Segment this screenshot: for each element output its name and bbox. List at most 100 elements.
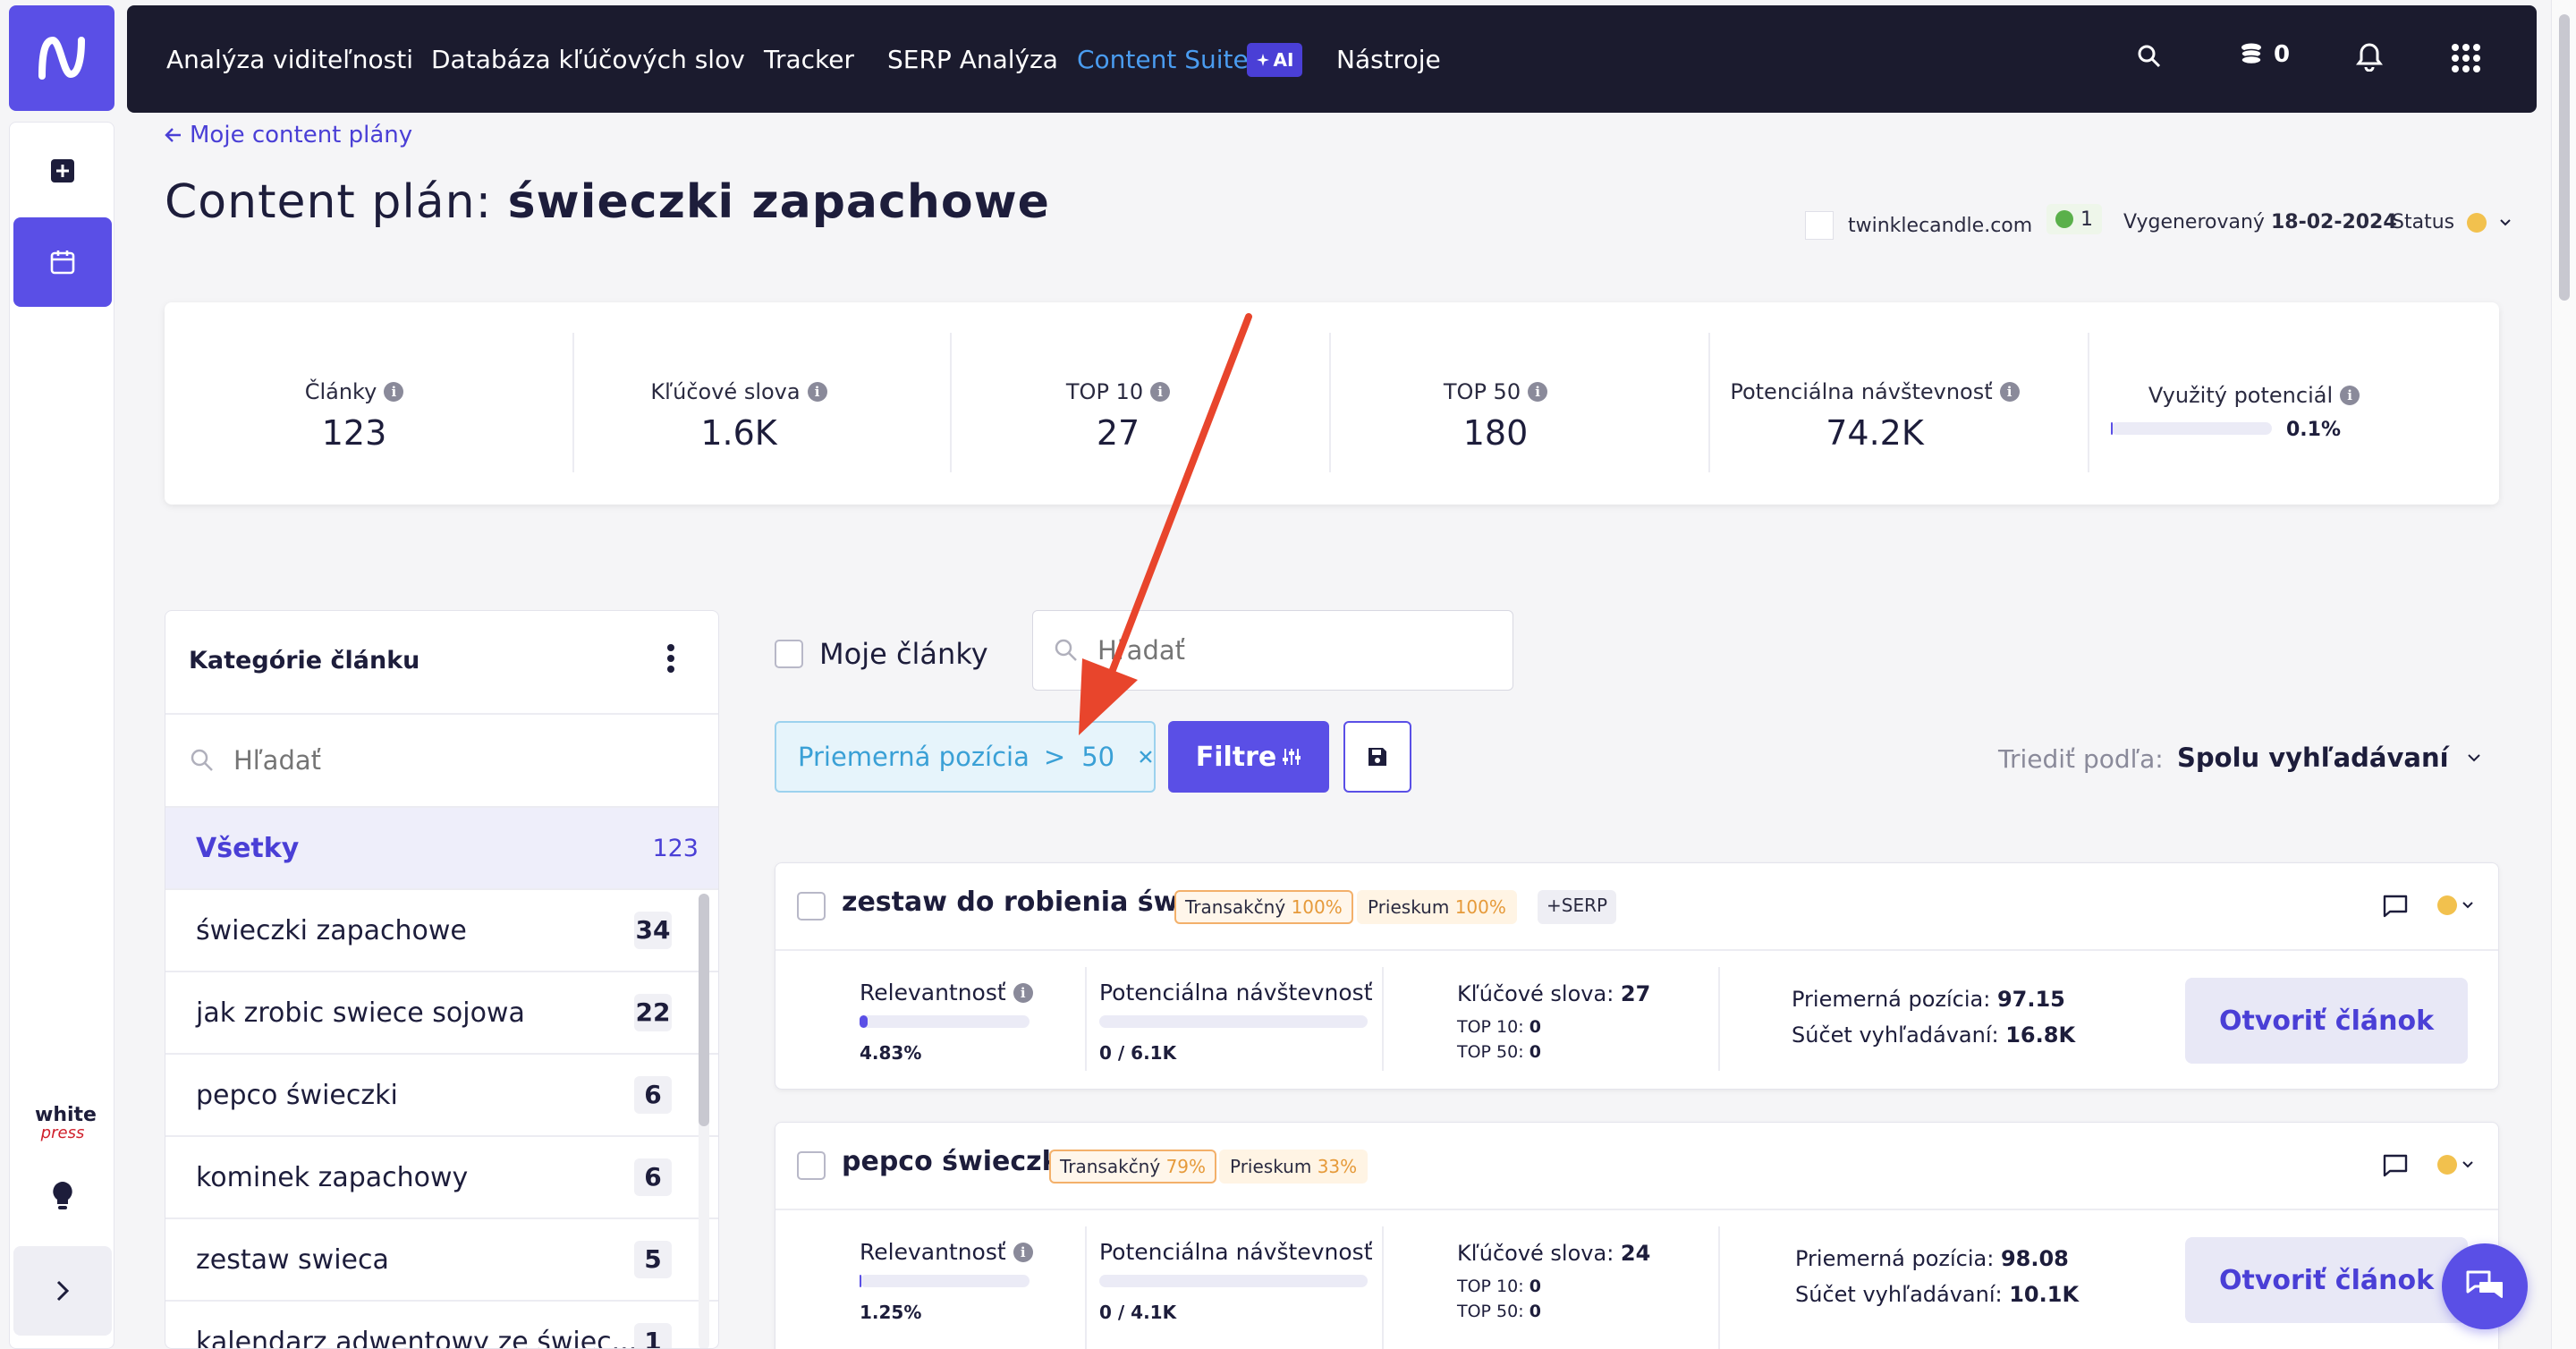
relevance-bar (860, 1015, 1030, 1028)
page-scrollbar-thumb[interactable] (2559, 14, 2570, 301)
page-scrollbar[interactable] (2551, 0, 2576, 1349)
categories-search-input[interactable] (233, 745, 627, 776)
sort-dropdown[interactable]: Spolu vyhľadávaní (2177, 742, 2481, 773)
chat-bubbles-icon (2466, 1270, 2503, 1298)
traffic-label: Potenciálna návštevnosť (1099, 980, 1373, 1005)
back-link[interactable]: Moje content plány (165, 122, 412, 148)
category-item[interactable]: zestaw swieca 5 (165, 1217, 718, 1300)
search-button[interactable] (2136, 43, 2163, 70)
search-volume-label: Súčet vyhľadávaní: (1795, 1282, 2003, 1307)
stat-label: Kľúčové slova (650, 379, 801, 404)
info-icon[interactable]: i (1013, 982, 1033, 1003)
relevance-fill (860, 1275, 862, 1287)
stat-value: 123 (321, 413, 387, 453)
credits-counter[interactable]: 0 (2238, 41, 2290, 68)
nav-tracker[interactable]: Tracker (764, 5, 854, 113)
category-count: 6 (634, 1076, 672, 1114)
category-item[interactable]: pepco świeczki 6 (165, 1053, 718, 1135)
status-label: Status (2392, 211, 2455, 233)
info-icon[interactable]: i (1999, 382, 2020, 402)
category-item[interactable]: kalendarz adwentowy ze świec... 1 (165, 1300, 718, 1348)
info-icon[interactable]: i (1528, 382, 1548, 402)
article-checkbox[interactable] (797, 1151, 826, 1180)
article-status-dropdown[interactable] (2437, 895, 2473, 915)
top50-label: TOP 50: (1457, 1302, 1524, 1321)
divider (1085, 1226, 1087, 1349)
whitepress-logo[interactable]: white press (35, 1106, 97, 1142)
apps-menu-button[interactable] (2451, 43, 2481, 73)
tag-pct: 100% (1291, 896, 1343, 918)
article-title[interactable]: pepco świeczki (842, 1146, 1069, 1177)
badge-count: 1 (2080, 208, 2093, 231)
nav-tools[interactable]: Nástroje (1336, 5, 1441, 113)
expand-sidebar-button[interactable] (13, 1246, 112, 1336)
lightbulb-icon (53, 1182, 72, 1209)
nav-keyword-database[interactable]: Databáza kľúčových slov (431, 5, 745, 113)
my-articles-checkbox[interactable] (775, 640, 803, 668)
categories-menu-button[interactable] (666, 643, 675, 674)
domain-info: twinklecandle.com (1805, 211, 2032, 240)
notifications-button[interactable] (2356, 41, 2383, 72)
coins-icon (2241, 43, 2262, 65)
my-articles-toggle[interactable]: Moje články (775, 637, 988, 671)
tag-name: Prieskum (1230, 1156, 1312, 1177)
info-icon[interactable]: i (2340, 386, 2360, 405)
open-article-button[interactable]: Otvoriť článok (2185, 978, 2468, 1064)
article-title[interactable]: zestaw do robienia świec (842, 887, 1222, 918)
chevron-down-icon (2462, 1161, 2473, 1168)
save-filter-button[interactable] (1343, 721, 1411, 793)
relevance-fill (860, 1015, 869, 1028)
nav-serp-analysis[interactable]: SERP Analýza (887, 5, 1058, 113)
new-plan-button[interactable] (13, 126, 112, 216)
intent-tag-transactional: Transakčný 100% (1174, 890, 1353, 924)
category-item[interactable]: jak zrobic swiece sojowa 22 (165, 971, 718, 1053)
categories-search[interactable] (165, 713, 718, 806)
nav-visibility-analysis[interactable]: Analýza viditeľnosti (166, 5, 413, 113)
info-icon[interactable]: i (384, 382, 404, 402)
categories-scrollbar[interactable] (699, 894, 709, 1348)
avg-position: Priemerná pozícia: 97.15 (1792, 987, 2065, 1012)
article-checkbox[interactable] (797, 892, 826, 921)
comment-button[interactable] (2382, 894, 2409, 919)
used-potential-fill (2111, 422, 2113, 435)
categories-scrollbar-thumb[interactable] (699, 894, 709, 1126)
info-icon[interactable]: i (807, 382, 827, 402)
left-sidebar: white press (9, 122, 114, 1349)
category-all[interactable]: Všetky 123 (165, 806, 718, 888)
tag-name: Prieskum (1368, 896, 1450, 918)
article-status-dropdown[interactable] (2437, 1155, 2473, 1175)
traffic-value: 0 / 4.1K (1099, 1302, 1177, 1323)
favicon-placeholder (1805, 211, 1834, 240)
nav-content-suite[interactable]: Content Suite (1077, 5, 1249, 113)
search-volume: Súčet vyhľadávaní: 10.1K (1795, 1282, 2079, 1307)
open-article-button[interactable]: Otvoriť článok (2185, 1237, 2468, 1323)
tips-button[interactable] (13, 1151, 112, 1241)
app-logo[interactable] (9, 5, 114, 111)
categories-panel: Kategórie článku Všetky 123 świeczki zap… (165, 610, 719, 1349)
chevron-down-icon (2500, 218, 2511, 225)
category-item[interactable]: kominek zapachowy 6 (165, 1135, 718, 1217)
status-dropdown[interactable]: Status (2392, 211, 2512, 233)
intent-tag-research: Prieskum 33% (1219, 1150, 1368, 1184)
divider (1085, 967, 1087, 1071)
content-plans-button[interactable] (13, 217, 112, 307)
search-volume-value: 10.1K (2009, 1282, 2080, 1307)
serp-tag[interactable]: +SERP (1538, 890, 1617, 924)
info-icon[interactable]: i (1013, 1242, 1033, 1262)
category-item[interactable]: świeczki zapachowe 34 (165, 888, 718, 971)
category-count: 6 (634, 1158, 672, 1196)
top50-label: TOP 50: (1457, 1042, 1524, 1062)
stat-keywords: Kľúčové slova i 1.6K (549, 333, 928, 472)
category-name: Všetky (196, 832, 300, 864)
comment-button[interactable] (2382, 1153, 2409, 1178)
stats-panel: Články i 123 Kľúčové slova i 1.6K TOP 10 i … (165, 302, 2499, 505)
generated-info: Vygenerovaný 18-02-2024 (2123, 211, 2397, 233)
top10-label: TOP 10: (1457, 1017, 1524, 1037)
divider (1718, 1226, 1720, 1349)
relevance-label: Relevantnosť (860, 1239, 1006, 1265)
green-check-icon (2055, 210, 2073, 228)
logo-n-icon (38, 36, 85, 80)
chat-support-button[interactable] (2442, 1243, 2528, 1329)
status-count-badge: 1 (2046, 204, 2102, 234)
stat-top50: TOP 50 i 180 (1306, 333, 1685, 472)
